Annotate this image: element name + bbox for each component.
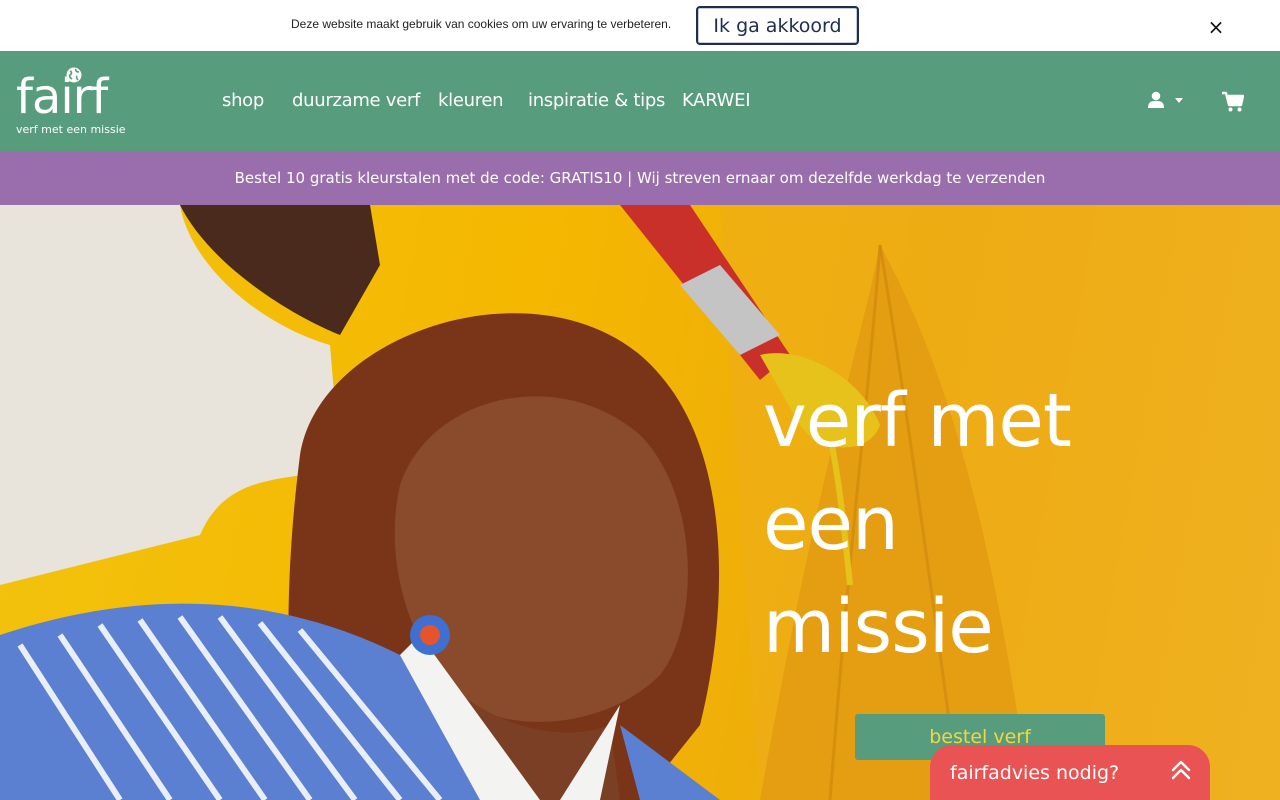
nav-item-duurzame-verf[interactable]: duurzame verf — [292, 90, 420, 111]
advice-label: fairfadvies nodig? — [950, 762, 1120, 784]
nav-item-inspiratie-tips[interactable]: inspiratie & tips — [528, 90, 665, 111]
promo-bar: Bestel 10 gratis kleurstalen met de code… — [0, 151, 1280, 205]
cookie-accept-button[interactable]: Ik ga akkoord — [696, 6, 859, 45]
cookie-banner: Deze website maakt gebruik van cookies o… — [0, 0, 1280, 51]
logo-wordmark: fairf — [16, 69, 108, 125]
advice-chat-widget[interactable]: fairfadvies nodig? — [930, 745, 1210, 800]
hero-banner: verf met een missie bestel verf — [0, 205, 1280, 800]
hero-title-line: verf met — [763, 378, 1072, 464]
hero-title-line: een — [763, 481, 899, 567]
nav-item-karwei[interactable]: KARWEI — [682, 90, 751, 111]
hero-title: verf met een missie — [763, 370, 1143, 679]
caret-down-icon[interactable] — [1175, 98, 1183, 103]
logo[interactable]: fairf verf met een missie — [16, 67, 126, 137]
double-chevron-up-icon[interactable] — [1170, 759, 1192, 781]
close-icon[interactable]: × — [1207, 17, 1225, 37]
nav-item-shop[interactable]: shop — [222, 90, 264, 111]
nav-item-kleuren[interactable]: kleuren — [438, 90, 504, 111]
logo-tagline: verf met een missie — [16, 123, 126, 136]
user-icon[interactable] — [1147, 91, 1165, 109]
cookie-message: Deze website maakt gebruik van cookies o… — [291, 17, 672, 31]
hero-title-line: missie — [763, 584, 994, 670]
globe-icon — [66, 67, 82, 83]
cart-icon[interactable] — [1222, 91, 1244, 113]
promo-text: Bestel 10 gratis kleurstalen met de code… — [234, 169, 1046, 187]
site-header: fairf verf met een missie shop duurzame … — [0, 51, 1280, 151]
